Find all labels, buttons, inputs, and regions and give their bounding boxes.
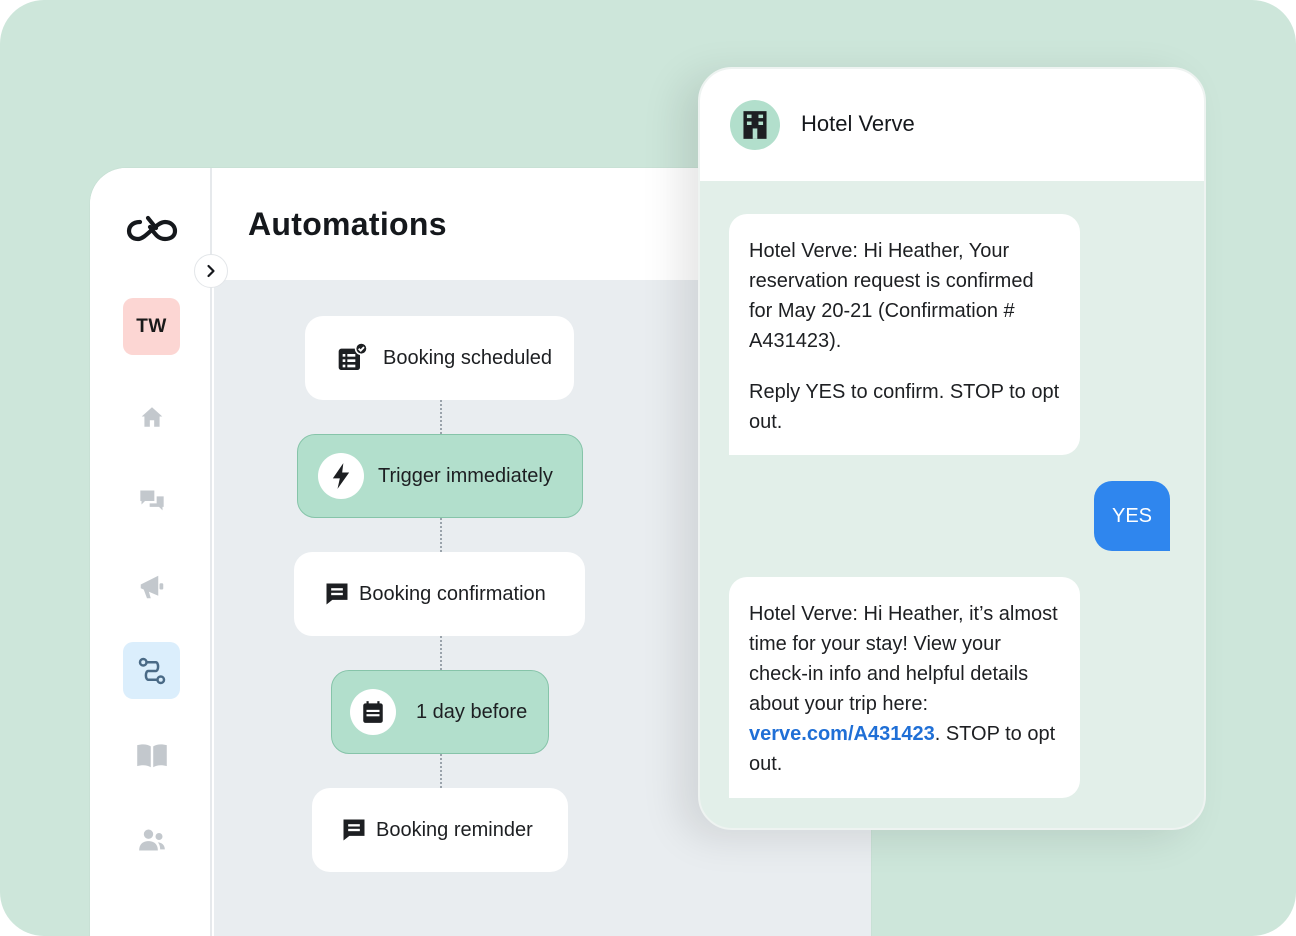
workflow-icon xyxy=(138,657,165,684)
brand-logo-icon[interactable] xyxy=(126,214,178,244)
flow-node-label: Booking scheduled xyxy=(383,346,553,369)
flow-connector xyxy=(440,636,442,670)
chat-header: Hotel Verve xyxy=(700,69,1204,181)
hotel-avatar xyxy=(730,100,780,150)
flow-node-label: Booking reminder xyxy=(376,818,533,841)
flow-node-trigger-immediately[interactable]: Trigger immediately xyxy=(297,434,583,518)
building-icon xyxy=(743,111,767,139)
message-text: Hotel Verve: Hi Heather, it’s almost tim… xyxy=(749,603,1058,775)
flow-node-1-day-before[interactable]: 1 day before xyxy=(331,670,549,754)
flow-connector xyxy=(440,400,442,434)
home-icon xyxy=(141,406,162,427)
message-text: YES xyxy=(1111,505,1153,527)
flow-node-label: 1 day before xyxy=(416,700,528,723)
message-icon xyxy=(343,819,365,841)
flow-connector xyxy=(440,518,442,552)
flow-node-label: Trigger immediately xyxy=(378,464,553,487)
incoming-message: Hotel Verve: Hi Heather, Your reservatio… xyxy=(729,214,1080,455)
chat-bubbles-icon xyxy=(139,490,164,510)
contact-name: Hotel Verve xyxy=(801,111,915,136)
message-icon xyxy=(326,583,348,605)
sidebar-item-contacts[interactable] xyxy=(123,811,180,868)
lightning-icon xyxy=(332,463,350,489)
sidebar-item-campaigns[interactable] xyxy=(123,558,180,615)
flow-connector xyxy=(440,754,442,788)
flow-node-label: Booking confirmation xyxy=(359,582,546,605)
megaphone-icon xyxy=(140,575,163,598)
calendar-icon xyxy=(363,701,383,723)
flow-node-booking-scheduled[interactable]: Booking scheduled xyxy=(305,316,574,400)
incoming-message: Hotel Verve: Hi Heather, it’s almost tim… xyxy=(729,577,1080,798)
sidebar: TW xyxy=(90,168,212,936)
flow-node-booking-confirmation[interactable]: Booking confirmation xyxy=(294,552,585,636)
message-link[interactable]: verve.com/A431423 xyxy=(749,723,935,745)
calendar-check-list-icon xyxy=(338,342,368,370)
user-initials: TW xyxy=(136,315,167,337)
users-icon xyxy=(138,829,165,850)
chevron-right-icon xyxy=(207,264,215,278)
sidebar-item-messages[interactable] xyxy=(123,472,180,529)
outgoing-message: YES xyxy=(1094,481,1170,551)
message-text: Hotel Verve: Hi Heather, Your reservatio… xyxy=(749,240,1034,352)
sidebar-item-home[interactable] xyxy=(123,388,180,445)
message-text: Reply YES to confirm. STOP to opt out. xyxy=(749,381,1060,433)
book-icon xyxy=(136,743,167,767)
sidebar-item-knowledge[interactable] xyxy=(123,726,180,783)
user-avatar[interactable]: TW xyxy=(123,298,180,355)
page-title: Automations xyxy=(248,206,447,242)
background-card: TW Automations Booking scheduled Trigger… xyxy=(0,0,1296,936)
chat-panel: Hotel Verve Hotel Verve: Hi Heather, You… xyxy=(698,67,1206,830)
flow-node-booking-reminder[interactable]: Booking reminder xyxy=(312,788,568,872)
sidebar-item-automations[interactable] xyxy=(123,642,180,699)
sidebar-collapse-button[interactable] xyxy=(194,254,228,288)
